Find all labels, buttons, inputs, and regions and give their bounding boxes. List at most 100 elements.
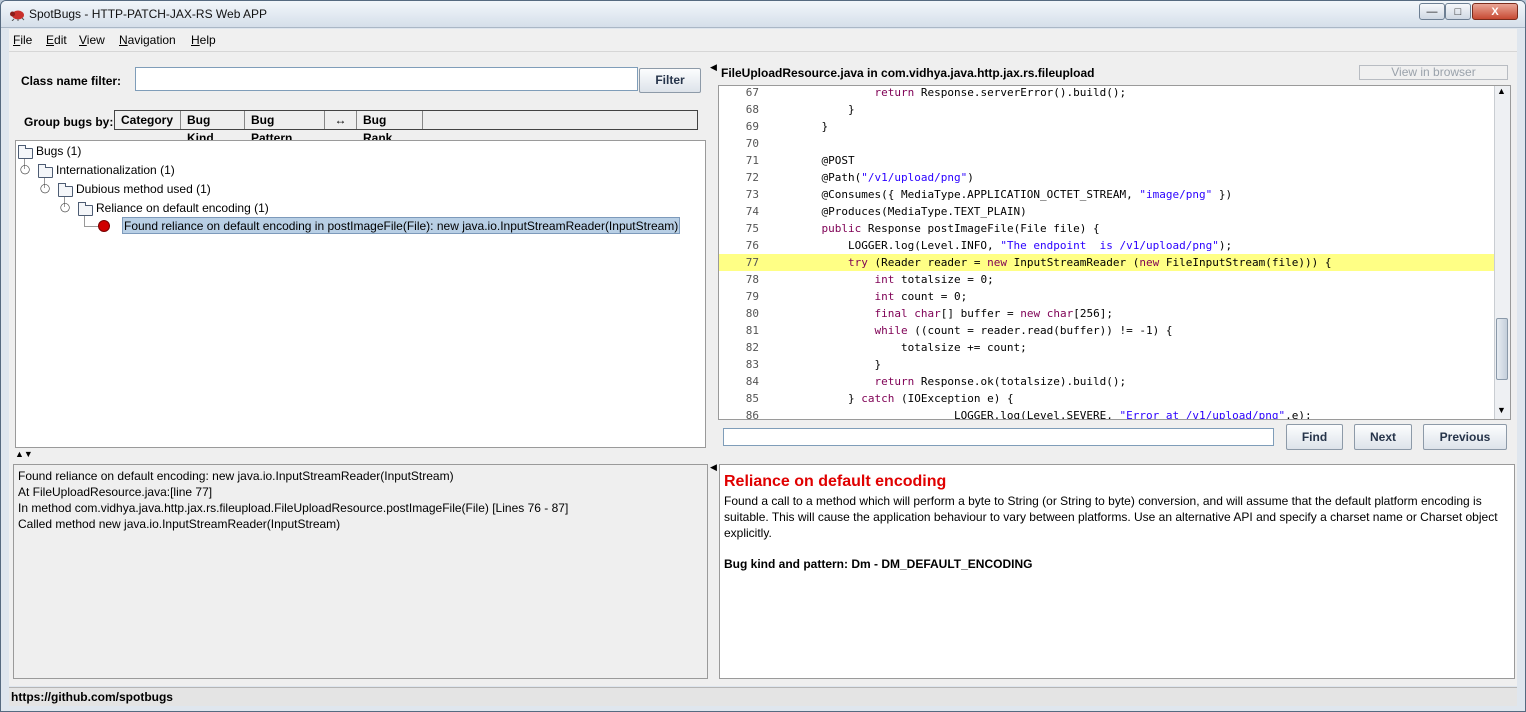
split-arrows-icon[interactable]: ↔ — [325, 111, 357, 129]
minimize-button[interactable]: — — [1419, 3, 1445, 20]
tree-node-bug-kind[interactable]: Dubious method used (1) — [76, 182, 211, 196]
group-option-bug-rank[interactable]: Bug Rank — [357, 111, 423, 145]
app-bug-icon — [10, 10, 25, 21]
code-line: 80 final char[] buffer = new char[256]; — [719, 305, 1495, 322]
line-number: 80 — [745, 307, 759, 320]
bug-description-title: Reliance on default encoding — [724, 473, 947, 490]
line-number: 82 — [745, 341, 759, 354]
split-collapse-icon[interactable]: ◀ — [710, 462, 717, 473]
code-text: try (Reader reader = new InputStreamRead… — [847, 256, 1332, 269]
code-text: } — [795, 120, 829, 133]
source-file-title: FileUploadResource.java in com.vidhya.ja… — [721, 66, 1095, 80]
split-collapse-icon[interactable]: ▲▼ — [15, 450, 33, 459]
status-bar: https://github.com/spotbugs — [9, 687, 1517, 706]
find-button[interactable]: Find — [1286, 424, 1343, 450]
class-filter-label: Class name filter: — [21, 74, 122, 88]
code-text: @Produces(MediaType.TEXT_PLAIN) — [795, 205, 1027, 218]
menu-file[interactable]: File — [13, 33, 32, 47]
tree-node-bug-pattern[interactable]: Reliance on default encoding (1) — [96, 201, 269, 215]
code-text: public Response postImageFile(File file)… — [821, 222, 1100, 235]
code-line: 74 @Produces(MediaType.TEXT_PLAIN) — [719, 203, 1495, 220]
scroll-down-icon[interactable]: ▼ — [1497, 405, 1506, 415]
source-code-view[interactable]: 67 return Response.serverError().build()… — [718, 85, 1511, 420]
tree-node-bugs[interactable]: Bugs (1) — [36, 144, 81, 158]
code-text: int count = 0; — [874, 290, 968, 303]
split-collapse-icon[interactable]: ◀ — [710, 62, 717, 73]
code-line: 83 } — [719, 356, 1495, 373]
line-number: 73 — [745, 188, 759, 201]
code-line: 71 @POST — [719, 152, 1495, 169]
expand-knob-icon[interactable]: ◯ — [60, 202, 70, 213]
code-text: totalsize += count; — [795, 341, 1027, 354]
menu-help[interactable]: Help — [191, 33, 216, 47]
code-line: 86 LOGGER.log(Level.SEVERE, "Error at /v… — [719, 407, 1495, 420]
maximize-button[interactable]: □ — [1445, 3, 1471, 20]
menu-view[interactable]: View — [79, 33, 105, 47]
find-input[interactable] — [723, 428, 1274, 446]
next-button[interactable]: Next — [1354, 424, 1412, 450]
code-line: 69 } — [719, 118, 1495, 135]
expand-knob-icon[interactable]: ◯ — [40, 183, 50, 194]
expand-knob-icon[interactable]: ◯ — [20, 164, 30, 175]
spotbugs-window: SpotBugs - HTTP-PATCH-JAX-RS Web APP — □… — [0, 0, 1526, 712]
group-option-category[interactable]: Category — [115, 111, 181, 129]
code-text: } — [795, 103, 855, 116]
line-number: 78 — [745, 273, 759, 286]
line-number: 68 — [745, 103, 759, 116]
bug-description-panel: Reliance on default encoding Found a cal… — [719, 464, 1515, 679]
menu-bar: File Edit View Navigation Help — [9, 29, 1517, 52]
code-line: 81 while ((count = reader.read(buffer)) … — [719, 322, 1495, 339]
folder-icon — [78, 202, 93, 216]
code-line: 78 int totalsize = 0; — [719, 271, 1495, 288]
line-number: 75 — [745, 222, 759, 235]
code-line: 79 int count = 0; — [719, 288, 1495, 305]
code-line: 85 } catch (IOException e) { — [719, 390, 1495, 407]
title-bar: SpotBugs - HTTP-PATCH-JAX-RS Web APP — □… — [1, 1, 1525, 28]
code-text: @Consumes({ MediaType.APPLICATION_OCTET_… — [795, 188, 1233, 201]
code-line: 73 @Consumes({ MediaType.APPLICATION_OCT… — [719, 186, 1495, 203]
code-text: @Path("/v1/upload/png") — [795, 171, 974, 184]
code-line: 67 return Response.serverError().build()… — [719, 86, 1495, 101]
group-option-bug-pattern[interactable]: Bug Pattern — [245, 111, 325, 145]
code-text: int totalsize = 0; — [874, 273, 994, 286]
code-scrollbar[interactable]: ▲ ▼ — [1494, 86, 1510, 419]
code-line: 70 — [719, 135, 1495, 152]
menu-edit[interactable]: Edit — [46, 33, 67, 47]
line-number: 67 — [745, 86, 759, 99]
line-number: 74 — [745, 205, 759, 218]
code-line: 77 try (Reader reader = new InputStreamR… — [719, 254, 1495, 271]
view-in-browser-button[interactable]: View in browser — [1359, 65, 1508, 80]
detail-line: Called method new java.io.InputStreamRea… — [18, 517, 341, 531]
detail-line[interactable]: In method com.vidhya.java.http.jax.rs.fi… — [18, 501, 568, 515]
code-line: 68 } — [719, 101, 1495, 118]
code-text: } catch (IOException e) { — [795, 392, 1014, 405]
line-number: 83 — [745, 358, 759, 371]
code-text: LOGGER.log(Level.INFO, "The endpoint is … — [795, 239, 1233, 252]
filter-button[interactable]: Filter — [639, 68, 701, 93]
previous-button[interactable]: Previous — [1423, 424, 1507, 450]
code-text: } — [795, 358, 882, 371]
menu-navigation[interactable]: Navigation — [119, 33, 176, 47]
line-number: 86 — [745, 409, 759, 420]
bug-kind-pattern: Bug kind and pattern: Dm - DM_DEFAULT_EN… — [724, 557, 1033, 571]
tree-node-category[interactable]: Internationalization (1) — [56, 163, 175, 177]
line-number: 70 — [745, 137, 759, 150]
class-filter-input[interactable] — [135, 67, 638, 91]
bug-description-text: Found a call to a method which will perf… — [724, 494, 1498, 540]
tree-node-bug-instance[interactable]: Found reliance on default encoding in po… — [122, 217, 681, 234]
close-button[interactable]: X — [1472, 3, 1518, 20]
group-option-bug-kind[interactable]: Bug Kind — [181, 111, 245, 145]
code-line: 75 public Response postImageFile(File fi… — [719, 220, 1495, 237]
scroll-up-icon[interactable]: ▲ — [1497, 86, 1506, 96]
code-text: final char[] buffer = new char[256]; — [874, 307, 1113, 320]
code-line: 76 LOGGER.log(Level.INFO, "The endpoint … — [719, 237, 1495, 254]
line-number: 77 — [745, 256, 759, 269]
code-text: while ((count = reader.read(buffer)) != … — [874, 324, 1173, 337]
folder-icon — [18, 145, 33, 159]
detail-line[interactable]: At FileUploadResource.java:[line 77] — [18, 485, 212, 499]
line-number: 79 — [745, 290, 759, 303]
bug-details-panel: Found reliance on default encoding: new … — [13, 464, 708, 679]
window-title: SpotBugs - HTTP-PATCH-JAX-RS Web APP — [29, 7, 268, 21]
scrollbar-thumb[interactable] — [1496, 318, 1508, 380]
folder-icon — [58, 183, 73, 197]
